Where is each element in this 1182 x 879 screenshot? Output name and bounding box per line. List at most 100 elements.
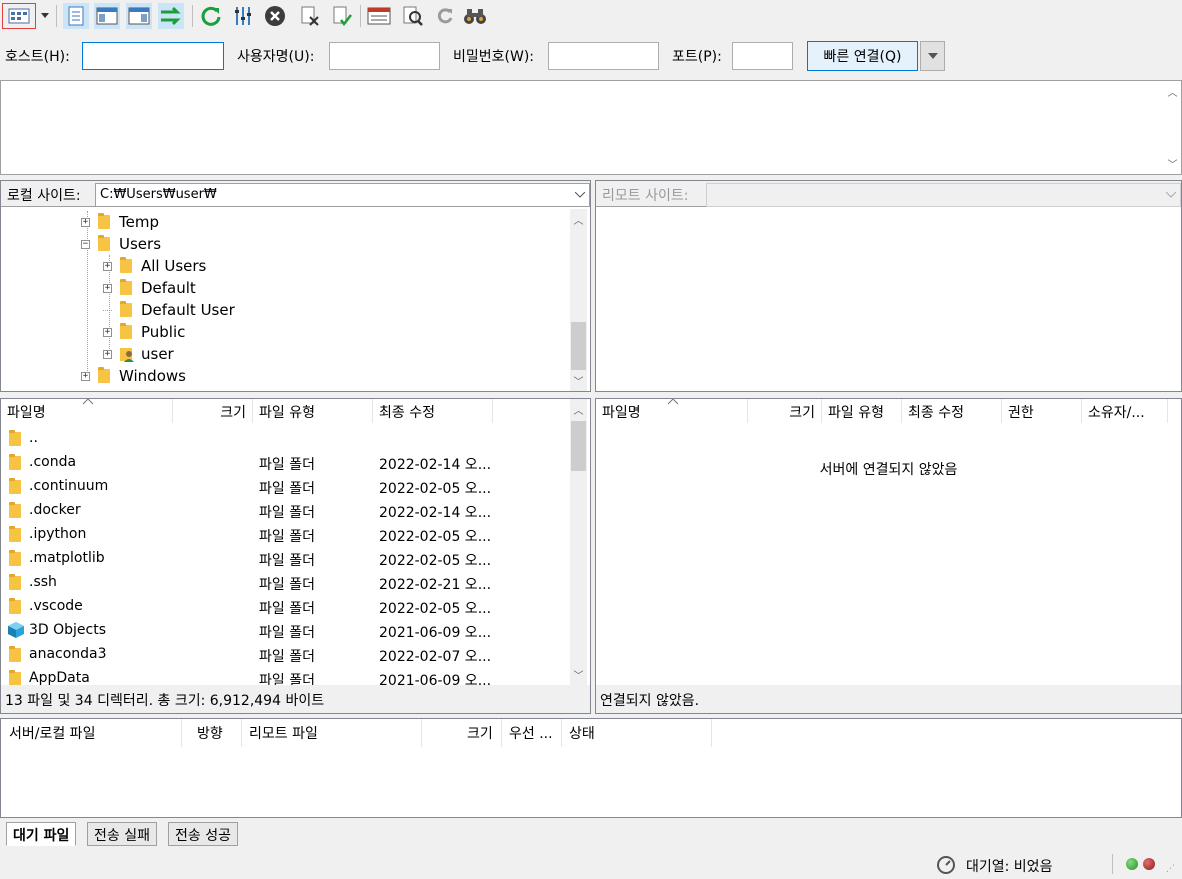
cancel-operation-icon[interactable] — [262, 3, 288, 29]
column-size[interactable]: 크기 — [748, 399, 822, 423]
file-row[interactable]: .ssh 파일 폴더 2022-02-21 오... — [1, 571, 569, 595]
file-row[interactable]: .. — [1, 427, 569, 451]
folder-icon — [9, 550, 21, 566]
file-modified: 2022-02-14 오... — [379, 457, 492, 473]
disconnect-icon[interactable] — [296, 3, 322, 29]
site-manager-icon[interactable] — [2, 3, 36, 29]
column-size[interactable]: 크기 — [173, 399, 253, 423]
folder-icon — [120, 279, 132, 295]
queue-column-direction[interactable]: 방향 — [197, 723, 223, 743]
tab-successful-transfers[interactable]: 전송 성공 — [168, 822, 238, 846]
local-file-list-scrollbar[interactable]: ︿ ﹀ — [570, 399, 587, 685]
scroll-up-icon[interactable]: ︿ — [1164, 83, 1181, 100]
file-name: .matplotlib — [29, 550, 105, 566]
file-row[interactable]: AppData 파일 폴더 2021-06-09 오... — [1, 667, 569, 685]
file-name: .ipython — [29, 526, 87, 542]
file-row[interactable]: .continuum 파일 폴더 2022-02-05 오... — [1, 475, 569, 499]
queue-column-remote-file[interactable]: 리모트 파일 — [249, 723, 318, 743]
toggle-transfer-queue-icon[interactable] — [158, 3, 184, 29]
scroll-down-icon[interactable]: ﹀ — [570, 666, 587, 683]
refresh-icon[interactable] — [198, 3, 224, 29]
expand-icon[interactable]: + — [81, 217, 90, 227]
binoculars-icon[interactable] — [462, 3, 488, 29]
tab-queued-files[interactable]: 대기 파일 — [6, 822, 77, 846]
message-log-scrollbar[interactable]: ︿ ﹀ — [1164, 81, 1181, 174]
scrollbar-thumb[interactable] — [571, 421, 586, 471]
column-modified[interactable]: 최종 수정 — [373, 399, 493, 423]
process-queue-icon[interactable] — [230, 3, 256, 29]
tree-item-label: Public — [141, 323, 186, 341]
file-row[interactable]: .matplotlib 파일 폴더 2022-02-05 오... — [1, 547, 569, 571]
toggle-remote-tree-icon[interactable] — [126, 3, 152, 29]
tree-item-user[interactable]: + user — [103, 343, 174, 365]
folder-icon — [120, 257, 132, 273]
speed-limit-icon[interactable] — [936, 855, 956, 879]
message-log[interactable]: ︿ ﹀ — [0, 80, 1182, 175]
host-label: 호스트(H): — [5, 49, 70, 65]
resize-grip-icon[interactable]: ⋰ — [1166, 864, 1175, 874]
file-row[interactable]: .vscode 파일 폴더 2022-02-05 오... — [1, 595, 569, 619]
tree-item-temp[interactable]: + Temp — [81, 211, 159, 233]
quickconnect-bar: 호스트(H): 사용자명(U): 비밀번호(W): 포트(P): 빠른 연결(Q… — [0, 36, 1182, 78]
queue-column-priority[interactable]: 우선 ... — [509, 723, 553, 743]
tree-item-public[interactable]: + Public — [103, 321, 185, 343]
column-size-label: 크기 — [220, 405, 246, 421]
host-input[interactable] — [82, 42, 224, 70]
file-type: 파일 폴더 — [259, 457, 315, 473]
scroll-down-icon[interactable]: ﹀ — [1164, 155, 1181, 172]
tree-item-default-user[interactable]: Default User — [103, 299, 235, 321]
column-filename[interactable]: 파일명 — [596, 399, 748, 423]
tree-item-all-users[interactable]: + All Users — [103, 255, 206, 277]
file-row[interactable]: .ipython 파일 폴더 2022-02-05 오... — [1, 523, 569, 547]
expand-icon[interactable]: + — [103, 261, 112, 271]
local-tree-scrollbar[interactable]: ︿ ﹀ — [570, 209, 587, 391]
file-row[interactable]: anaconda3 파일 폴더 2022-02-07 오... — [1, 643, 569, 667]
quickconnect-dropdown-button[interactable] — [920, 41, 945, 71]
queue-column-status[interactable]: 상태 — [569, 723, 595, 743]
directory-comparison-icon[interactable] — [400, 3, 426, 29]
file-row[interactable]: .conda 파일 폴더 2022-02-14 오... — [1, 451, 569, 475]
local-path-combo[interactable]: C:₩Users₩user₩ — [95, 183, 590, 207]
tab-failed-transfers[interactable]: 전송 실패 — [87, 822, 157, 846]
column-type[interactable]: 파일 유형 — [822, 399, 902, 423]
synchronized-browsing-icon[interactable] — [432, 3, 458, 29]
column-permissions[interactable]: 권한 — [1002, 399, 1082, 423]
column-modified[interactable]: 최종 수정 — [902, 399, 1002, 423]
expand-icon[interactable]: + — [103, 283, 112, 293]
toggle-local-tree-icon[interactable] — [94, 3, 120, 29]
queue-column-size[interactable]: 크기 — [467, 723, 493, 743]
tree-item-label: All Users — [141, 257, 207, 275]
folder-icon — [98, 235, 110, 251]
queue-column-server-local[interactable]: 서버/로컬 파일 — [9, 723, 95, 743]
site-manager-dropdown-icon[interactable] — [38, 3, 52, 29]
status-bar: 대기열: 비었음 ⋰ — [0, 850, 1182, 878]
tree-item-default[interactable]: + Default — [103, 277, 196, 299]
remote-path-combo[interactable] — [706, 183, 1181, 207]
password-input[interactable] — [548, 42, 659, 70]
scroll-down-icon[interactable]: ﹀ — [570, 372, 587, 389]
quickconnect-button[interactable]: 빠른 연결(Q) — [807, 41, 918, 71]
toggle-message-log-icon[interactable] — [63, 3, 89, 29]
username-input[interactable] — [329, 42, 440, 70]
column-filename[interactable]: 파일명 — [1, 399, 173, 423]
column-type[interactable]: 파일 유형 — [253, 399, 373, 423]
tree-item-users[interactable]: − Users — [81, 233, 161, 255]
column-size-label: 크기 — [789, 405, 815, 421]
expand-icon[interactable]: + — [81, 371, 90, 381]
file-row[interactable]: .docker 파일 폴더 2022-02-14 오... — [1, 499, 569, 523]
port-input[interactable] — [732, 42, 793, 70]
user-folder-icon — [120, 346, 134, 362]
column-owner[interactable]: 소유자/... — [1082, 399, 1168, 423]
file-name: AppData — [29, 670, 90, 685]
local-file-list-header: 파일명 크기 파일 유형 최종 수정 — [1, 399, 569, 423]
expand-icon[interactable]: + — [103, 327, 112, 337]
scroll-up-icon[interactable]: ︿ — [570, 211, 587, 228]
scroll-up-icon[interactable]: ︿ — [570, 401, 587, 418]
expand-icon[interactable]: + — [103, 349, 112, 359]
reconnect-icon[interactable] — [328, 3, 354, 29]
directory-listing-filters-icon[interactable] — [366, 3, 392, 29]
file-row[interactable]: 3D Objects 파일 폴더 2021-06-09 오... — [1, 619, 569, 643]
collapse-icon[interactable]: − — [81, 239, 90, 249]
tree-item-windows[interactable]: + Windows — [81, 365, 186, 387]
scrollbar-thumb[interactable] — [571, 322, 586, 370]
